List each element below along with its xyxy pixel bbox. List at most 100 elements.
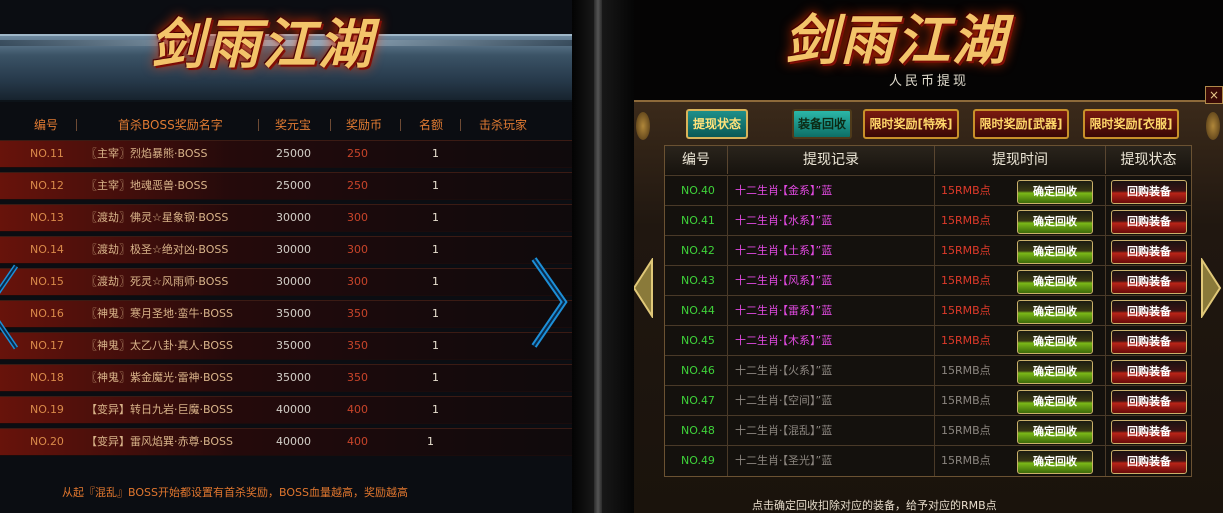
buyback-equip-button[interactable]: 回购装备 xyxy=(1111,450,1187,474)
record-name: 十二生肖·【水系】”蓝 xyxy=(735,214,833,227)
confirm-recycle-button[interactable]: 确定回收 xyxy=(1017,450,1093,474)
boss-name: 〖神鬼〗太乙八卦·真人·BOSS xyxy=(86,339,233,352)
prev-page-arrow-icon[interactable] xyxy=(634,258,654,318)
record-name: 十二生肖·【火系】”蓝 xyxy=(735,364,833,377)
confirm-recycle-button[interactable]: 确定回收 xyxy=(1017,420,1093,444)
boss-reward-row: NO.16 〖神鬼〗寒月圣地·蛮牛·BOSS 35000 350 1 xyxy=(0,300,572,328)
coin-reward: 350 xyxy=(347,339,368,352)
header-rank: 名额 xyxy=(419,118,444,132)
tab-limited-clothes[interactable]: 限时奖励[衣服] xyxy=(1083,109,1179,139)
buyback-equip-button[interactable]: 回购装备 xyxy=(1111,300,1187,324)
close-button[interactable]: × xyxy=(1205,86,1223,104)
record-name: 十二生肖·【混乱】”蓝 xyxy=(735,424,833,437)
confirm-recycle-button[interactable]: 确定回收 xyxy=(1017,300,1093,324)
th-time: 提现时间 xyxy=(935,146,1106,174)
coin-reward: 250 xyxy=(347,147,368,160)
coin-reward: 300 xyxy=(347,243,368,256)
slot-count: 1 xyxy=(432,147,439,160)
boss-reward-row: NO.15 〖渡劫〗死灵☆风雨师·BOSS 30000 300 1 xyxy=(0,268,572,296)
boss-reward-row: NO.20 【变异】雷风焰巽·赤尊·BOSS 40000 400 1 xyxy=(0,428,572,456)
left-table-header: 编号 首杀BOSS奖励名字 奖元宝 奖励币 名额 击杀玩家 xyxy=(0,110,572,140)
withdraw-row: NO.45 十二生肖·【木系】”蓝 15RMB点 确定回收 回购装备 xyxy=(665,325,1191,356)
record-name: 十二生肖·【雷系】”蓝 xyxy=(735,304,833,317)
slot-count: 1 xyxy=(427,435,434,448)
row-no: NO.49 xyxy=(681,454,715,467)
tab-limited-weapon[interactable]: 限时奖励[武器] xyxy=(973,109,1069,139)
row-no: NO.11 xyxy=(30,147,64,160)
buyback-equip-button[interactable]: 回购装备 xyxy=(1111,240,1187,264)
row-no: NO.19 xyxy=(30,403,64,416)
withdraw-row: NO.41 十二生肖·【水系】”蓝 15RMB点 确定回收 回购装备 xyxy=(665,205,1191,236)
confirm-recycle-button[interactable]: 确定回收 xyxy=(1017,330,1093,354)
coin-reward: 400 xyxy=(347,403,368,416)
header-boss-name: 首杀BOSS奖励名字 xyxy=(118,118,223,132)
buyback-equip-button[interactable]: 回购装备 xyxy=(1111,270,1187,294)
boss-reward-row: NO.14 〖渡劫〗极圣☆绝对凶·BOSS 30000 300 1 xyxy=(0,236,572,264)
record-name: 十二生肖·【空间】”蓝 xyxy=(735,394,833,407)
buyback-equip-button[interactable]: 回购装备 xyxy=(1111,390,1187,414)
coin-reward: 400 xyxy=(347,435,368,448)
rmb-points: 15RMB点 xyxy=(941,274,991,287)
row-no: NO.41 xyxy=(681,214,715,227)
row-no: NO.17 xyxy=(30,339,64,352)
row-no: NO.43 xyxy=(681,274,715,287)
slot-count: 1 xyxy=(432,339,439,352)
header-killer: 击杀玩家 xyxy=(479,118,528,132)
boss-name: 〖神鬼〗寒月圣地·蛮牛·BOSS xyxy=(86,307,233,320)
rmb-withdraw-panel: 剑雨江湖 人民币提现 × 提现状态 装备回收 限时奖励[特殊] 限时奖励[武器]… xyxy=(634,0,1223,513)
prev-page-arrow-icon[interactable] xyxy=(0,262,22,352)
confirm-recycle-button[interactable]: 确定回收 xyxy=(1017,210,1093,234)
gold-reward: 25000 xyxy=(276,147,311,160)
withdraw-row: NO.48 十二生肖·【混乱】”蓝 15RMB点 确定回收 回购装备 xyxy=(665,415,1191,446)
next-page-arrow-icon[interactable] xyxy=(530,255,570,350)
th-no: 编号 xyxy=(665,146,728,174)
right-game-logo: 剑雨江湖 xyxy=(784,8,1008,72)
buyback-equip-button[interactable]: 回购装备 xyxy=(1111,210,1187,234)
withdraw-table: 编号 提现记录 提现时间 提现状态 NO.40 十二生肖·【金系】”蓝 15RMB点… xyxy=(664,145,1192,477)
confirm-recycle-button[interactable]: 确定回收 xyxy=(1017,390,1093,414)
confirm-recycle-button[interactable]: 确定回收 xyxy=(1017,240,1093,264)
row-no: NO.47 xyxy=(681,394,715,407)
buyback-equip-button[interactable]: 回购装备 xyxy=(1111,360,1187,384)
confirm-recycle-button[interactable]: 确定回收 xyxy=(1017,270,1093,294)
row-no: NO.44 xyxy=(681,304,715,317)
slot-count: 1 xyxy=(432,371,439,384)
tab-withdraw-status[interactable]: 提现状态 xyxy=(686,109,748,139)
coin-reward: 300 xyxy=(347,275,368,288)
gold-reward: 40000 xyxy=(276,403,311,416)
confirm-recycle-button[interactable]: 确定回收 xyxy=(1017,180,1093,204)
gold-reward: 35000 xyxy=(276,371,311,384)
boss-name: 〖主宰〗烈焰暴熊·BOSS xyxy=(86,147,208,160)
gold-reward: 30000 xyxy=(276,243,311,256)
left-ornament-icon xyxy=(636,112,650,140)
withdraw-row: NO.46 十二生肖·【火系】”蓝 15RMB点 确定回收 回购装备 xyxy=(665,355,1191,386)
tab-limited-special[interactable]: 限时奖励[特殊] xyxy=(863,109,959,139)
next-page-arrow-icon[interactable] xyxy=(1200,258,1222,318)
row-no: NO.40 xyxy=(681,184,715,197)
buyback-equip-button[interactable]: 回购装备 xyxy=(1111,180,1187,204)
buyback-equip-button[interactable]: 回购装备 xyxy=(1111,420,1187,444)
rmb-points: 15RMB点 xyxy=(941,394,991,407)
boss-name: 【变异】雷风焰巽·赤尊·BOSS xyxy=(86,435,233,448)
tab-equip-recycle[interactable]: 装备回收 xyxy=(792,109,852,139)
rmb-points: 15RMB点 xyxy=(941,454,991,467)
rmb-points: 15RMB点 xyxy=(941,244,991,257)
row-no: NO.14 xyxy=(30,243,64,256)
buyback-equip-button[interactable]: 回购装备 xyxy=(1111,330,1187,354)
coin-reward: 350 xyxy=(347,371,368,384)
boss-reward-panel: 剑雨江湖 编号 首杀BOSS奖励名字 奖元宝 奖励币 名额 击杀玩家 NO.11… xyxy=(0,0,572,513)
rmb-points: 15RMB点 xyxy=(941,214,991,227)
row-no: NO.20 xyxy=(30,435,64,448)
confirm-recycle-button[interactable]: 确定回收 xyxy=(1017,360,1093,384)
boss-name: 〖渡劫〗极圣☆绝对凶·BOSS xyxy=(86,243,229,256)
boss-reward-row: NO.12 〖主宰〗地魂恶兽·BOSS 25000 250 1 xyxy=(0,172,572,200)
boss-name: 【变异】转日九岩·巨魔·BOSS xyxy=(86,403,233,416)
slot-count: 1 xyxy=(432,179,439,192)
row-no: NO.45 xyxy=(681,334,715,347)
record-name: 十二生肖·【风系】”蓝 xyxy=(735,274,833,287)
boss-name: 〖渡劫〗死灵☆风雨师·BOSS xyxy=(86,275,229,288)
slot-count: 1 xyxy=(432,275,439,288)
gold-reward: 35000 xyxy=(276,339,311,352)
coin-reward: 350 xyxy=(347,307,368,320)
coin-reward: 250 xyxy=(347,179,368,192)
